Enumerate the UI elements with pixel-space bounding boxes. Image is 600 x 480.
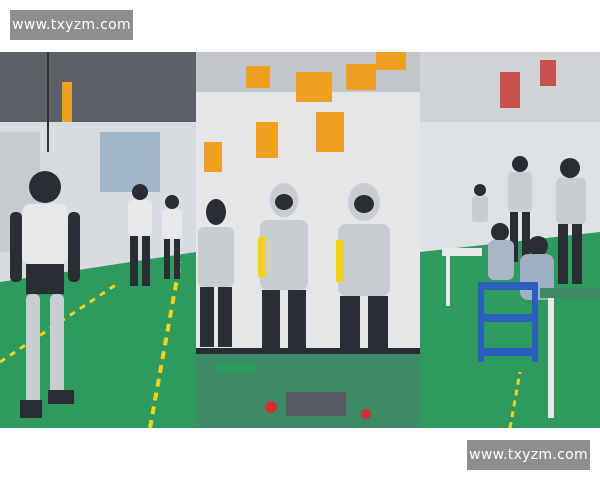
hoist-block: [62, 82, 72, 122]
ceiling: [0, 52, 196, 122]
window: [100, 132, 160, 192]
red-hoist: [500, 72, 520, 108]
red-tool: [265, 401, 277, 413]
photo-panel-right: [420, 52, 600, 428]
photo-panel-left: [0, 52, 196, 428]
assembly-line-scene: [196, 52, 420, 428]
tool-tray: [286, 392, 346, 416]
watermark-bottom: www.txyzm.com: [467, 440, 590, 470]
workshop-scene-right: [420, 52, 600, 428]
workbench: [540, 288, 600, 298]
photo-panel-middle: [196, 52, 420, 428]
factory-scene-left: [0, 52, 196, 428]
watermark-top: www.txyzm.com: [10, 10, 133, 40]
